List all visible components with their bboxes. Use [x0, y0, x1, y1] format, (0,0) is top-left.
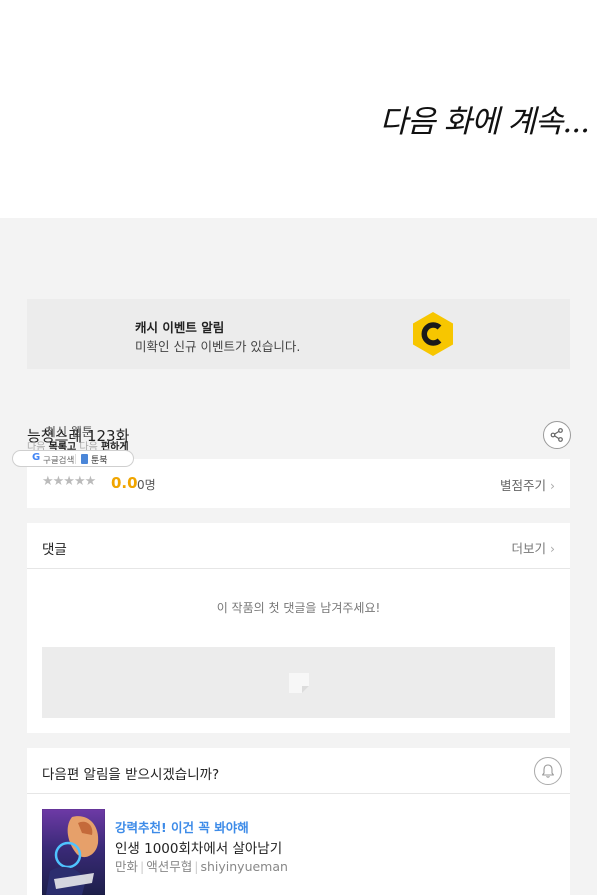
rating-stars: ★★★★★ [42, 474, 96, 489]
book-icon [81, 454, 88, 464]
thumbnail-art [42, 809, 105, 895]
cash-event-banner[interactable]: 캐시 이벤트 알림 미확인 신규 이벤트가 있습니다. [27, 299, 570, 369]
continue-text: 다음 화에 계속... [379, 104, 590, 140]
cash-coin-icon [413, 312, 453, 356]
comments-more-button[interactable]: 더보기 › [512, 538, 556, 557]
rating-score: 0.0 [111, 474, 138, 492]
recommendation-title[interactable]: 인생 1000회차에서 살아남기 [115, 837, 282, 857]
comment-input-area[interactable] [42, 647, 555, 718]
comments-title: 댓글 [42, 542, 67, 558]
google-icon: G [32, 452, 41, 463]
notify-question: 다음편 알림을 받으시겠습니까? [42, 767, 220, 783]
google-search-link[interactable]: 구글검색 [43, 454, 74, 466]
toonbook-link[interactable]: 툰북 [91, 453, 108, 466]
share-button[interactable] [543, 421, 571, 449]
notify-bell-button[interactable] [534, 757, 562, 785]
comments-empty-message: 이 작품의 첫 댓글을 남겨주세요! [216, 601, 381, 615]
recommendation-thumbnail[interactable] [42, 809, 105, 895]
viewer-end-panel: 다음 화에 계속... [0, 0, 597, 218]
chevron-right-icon: › [550, 478, 555, 493]
event-banner-title: 캐시 이벤트 알림 [135, 320, 225, 335]
search-toolbar[interactable]: G 구글검색 툰북 [12, 450, 134, 467]
chevron-right-icon: › [550, 541, 555, 556]
bell-icon [542, 764, 554, 778]
rating-count: 0명 [137, 478, 156, 492]
comments-header: 댓글 더보기 › [27, 523, 570, 569]
recommendation-tag: 강력추천! 이건 꼭 봐야해 [115, 820, 249, 835]
rate-button[interactable]: 별점주기 › [500, 475, 555, 494]
event-banner-subtitle: 미확인 신규 이벤트가 있습니다. [135, 339, 301, 354]
share-icon [550, 428, 563, 442]
recommendation-meta: 만화 | 액션무협 | shiyinyueman [115, 859, 288, 874]
notify-header: 다음편 알림을 받으시겠습니까? [27, 748, 570, 794]
comments-card: 댓글 더보기 › 이 작품의 첫 댓글을 남겨주세요! [27, 523, 570, 733]
placeholder-icon [288, 672, 309, 693]
next-episode-notify-card: 다음편 알림을 받으시겠습니까? 강력추천! 이건 꼭 봐야해 인생 1000회… [27, 748, 570, 895]
divider [75, 454, 76, 464]
